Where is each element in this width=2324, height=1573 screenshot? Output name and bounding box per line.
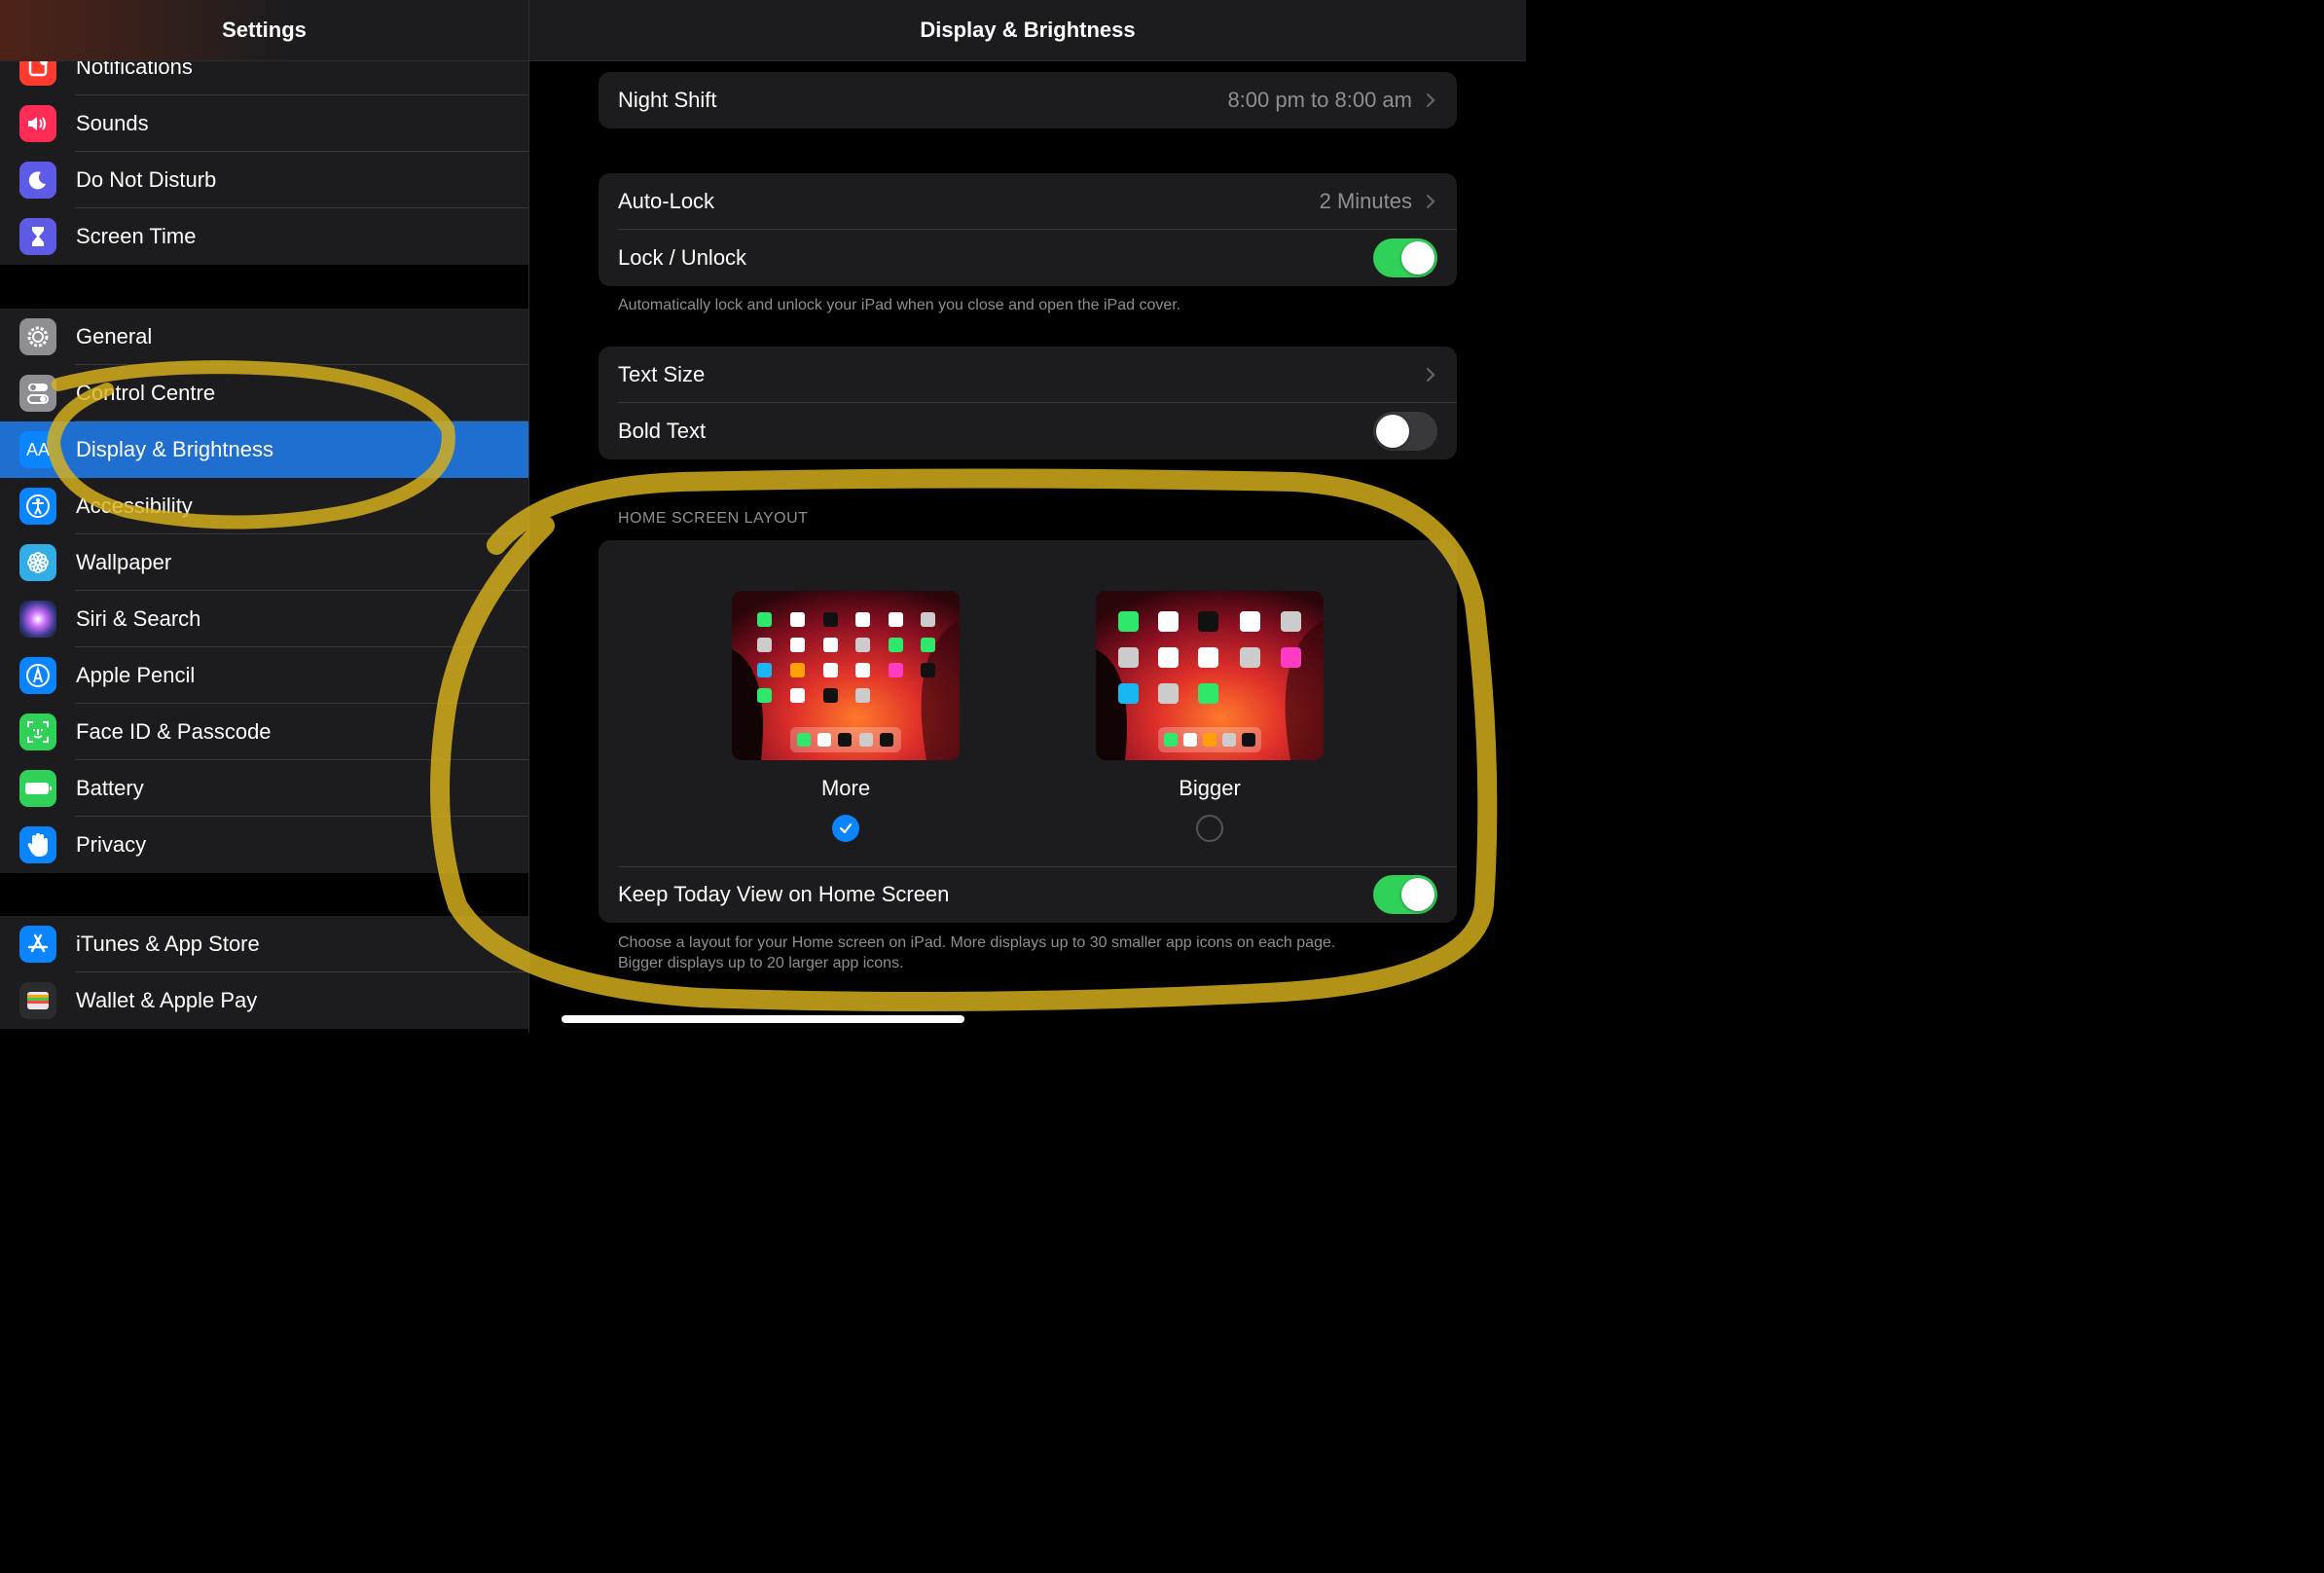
display-brightness-pane: Display & Brightness Night Shift 8:00 pm… — [529, 0, 1526, 1033]
auto-lock-value: 2 Minutes — [1319, 189, 1412, 213]
sidebar-item-label: Privacy — [76, 832, 147, 857]
moon-icon — [19, 162, 56, 199]
chevron-right-icon — [1426, 92, 1435, 108]
toggles-icon — [19, 375, 56, 412]
night-shift-card: Night Shift 8:00 pm to 8:00 am — [599, 72, 1457, 128]
chevron-right-icon — [1426, 367, 1435, 383]
text-size-label: Text Size — [618, 362, 706, 386]
home-layout-section-title: HOME SCREEN LAYOUT — [618, 510, 809, 527]
sidebar-item-label: Face ID & Passcode — [76, 719, 272, 744]
night-shift-value: 8:00 pm to 8:00 am — [1227, 88, 1412, 112]
sidebar-item-general[interactable]: General — [0, 309, 528, 365]
sidebar-item-app-store[interactable]: iTunes & App Store — [0, 916, 528, 972]
sidebar-item-apple-pencil[interactable]: Apple Pencil — [0, 647, 528, 704]
sidebar-item-label: Wallpaper — [76, 550, 172, 574]
wallet-icon — [19, 982, 56, 1019]
speaker-icon — [19, 105, 56, 142]
sidebar-item-do-not-disturb[interactable]: Do Not Disturb — [0, 152, 528, 208]
bold-text-row: Bold Text — [599, 403, 1457, 459]
flower-icon — [19, 544, 56, 581]
sidebar-item-label: Siri & Search — [76, 606, 201, 631]
gear-icon — [19, 318, 56, 355]
bold-text-label: Bold Text — [618, 419, 707, 443]
settings-group-1: Notifications Sounds Do Not Disturb Scre… — [0, 39, 528, 265]
keep-today-view-row: Keep Today View on Home Screen — [599, 866, 1457, 923]
accessibility-icon — [19, 488, 56, 525]
home-indicator[interactable] — [562, 1015, 964, 1023]
sidebar-item-label: Accessibility — [76, 494, 193, 518]
settings-sidebar: Settings Notifications Sounds Do Not Dis… — [0, 0, 528, 1033]
sidebar-item-label: Wallet & Apple Pay — [76, 988, 258, 1012]
pane-header: Display & Brightness — [529, 0, 1526, 61]
text-size-row[interactable]: Text Size — [599, 347, 1457, 403]
sidebar-item-privacy[interactable]: Privacy — [0, 817, 528, 873]
sidebar-item-siri-search[interactable]: Siri & Search — [0, 591, 528, 647]
hand-icon — [19, 826, 56, 863]
sidebar-header: Settings — [0, 0, 528, 61]
home-layout-card: More Bigger Keep Today View on Home Scre… — [599, 540, 1457, 923]
sidebar-item-control-centre[interactable]: Control Centre — [0, 365, 528, 421]
keep-today-view-label: Keep Today View on Home Screen — [618, 882, 950, 906]
home-layout-footnote: Choose a layout for your Home screen on … — [618, 934, 1336, 971]
pencil-icon — [19, 657, 56, 694]
sidebar-item-label: Control Centre — [76, 381, 216, 405]
lock-footnote: Automatically lock and unlock your iPad … — [618, 297, 1181, 313]
layout-option-label: Bigger — [1179, 776, 1241, 800]
checkmark-icon[interactable] — [832, 815, 859, 842]
sidebar-item-label: Battery — [76, 776, 144, 800]
sidebar-item-label: iTunes & App Store — [76, 932, 260, 956]
text-size-icon: AA — [19, 431, 56, 468]
battery-icon — [19, 770, 56, 807]
siri-icon — [19, 601, 56, 638]
keep-today-view-toggle[interactable] — [1373, 875, 1437, 914]
auto-lock-row[interactable]: Auto-Lock 2 Minutes — [599, 173, 1457, 230]
hourglass-icon — [19, 218, 56, 255]
sidebar-item-label: Do Not Disturb — [76, 167, 217, 192]
night-shift-row[interactable]: Night Shift 8:00 pm to 8:00 am — [599, 72, 1457, 128]
more-layout-preview — [732, 591, 960, 760]
settings-group-2: General Control Centre AA Display & Brig… — [0, 309, 528, 873]
lock-unlock-label: Lock / Unlock — [618, 245, 747, 270]
chevron-right-icon — [1426, 194, 1435, 209]
sidebar-item-wallpaper[interactable]: Wallpaper — [0, 534, 528, 591]
split-view-divider — [528, 0, 529, 1033]
radio-unchecked-icon[interactable] — [1196, 815, 1223, 842]
layout-option-label: More — [820, 776, 871, 800]
lock-unlock-toggle[interactable] — [1373, 238, 1437, 277]
lock-unlock-row: Lock / Unlock — [599, 230, 1457, 286]
sidebar-item-label: General — [76, 324, 153, 348]
sidebar-item-face-id[interactable]: Face ID & Passcode — [0, 704, 528, 760]
sidebar-item-label: Sounds — [76, 111, 149, 135]
sidebar-title: Settings — [222, 18, 307, 42]
settings-group-3: iTunes & App Store Wallet & Apple Pay — [0, 916, 528, 1029]
sidebar-item-label: Apple Pencil — [76, 663, 196, 687]
lock-card: Auto-Lock 2 Minutes Lock / Unlock — [599, 173, 1457, 286]
layout-option-bigger[interactable]: Bigger — [1096, 591, 1324, 842]
text-card: Text Size Bold Text — [599, 347, 1457, 459]
auto-lock-label: Auto-Lock — [618, 189, 715, 213]
sidebar-item-display-brightness[interactable]: AA Display & Brightness — [0, 421, 528, 478]
page-title: Display & Brightness — [920, 18, 1136, 42]
face-id-icon — [19, 713, 56, 750]
sidebar-item-accessibility[interactable]: Accessibility — [0, 478, 528, 534]
sidebar-item-label: Screen Time — [76, 224, 197, 248]
app-store-icon — [19, 926, 56, 963]
sidebar-item-wallet[interactable]: Wallet & Apple Pay — [0, 972, 528, 1029]
layout-option-more[interactable]: More — [732, 591, 960, 842]
bold-text-toggle[interactable] — [1373, 412, 1437, 451]
sidebar-item-sounds[interactable]: Sounds — [0, 95, 528, 152]
night-shift-label: Night Shift — [618, 88, 717, 112]
sidebar-item-screen-time[interactable]: Screen Time — [0, 208, 528, 265]
sidebar-item-battery[interactable]: Battery — [0, 760, 528, 817]
sidebar-item-label: Display & Brightness — [76, 437, 273, 461]
bigger-layout-preview — [1096, 591, 1324, 760]
